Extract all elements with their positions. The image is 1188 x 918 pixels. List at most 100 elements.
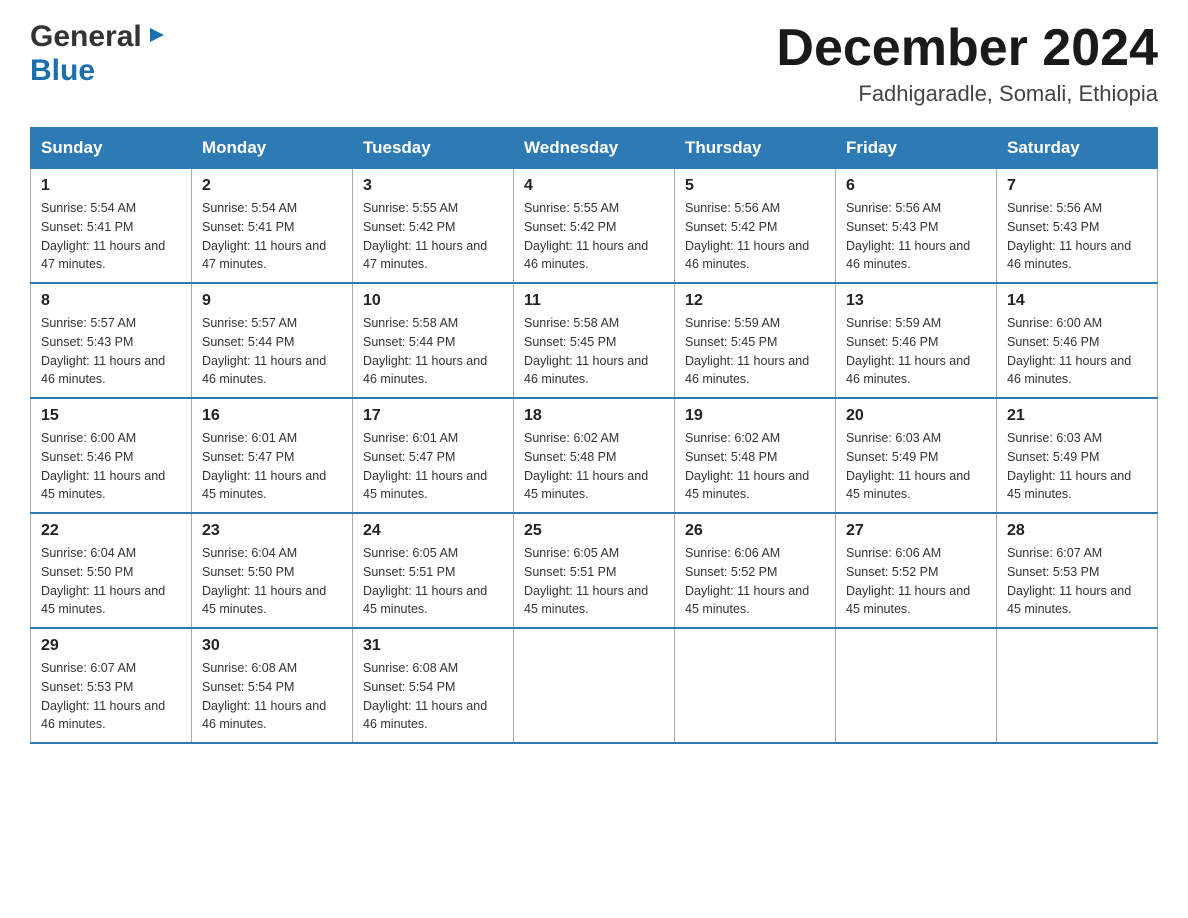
day-info: Sunrise: 5:59 AMSunset: 5:45 PMDaylight:… — [685, 316, 809, 386]
day-number: 19 — [685, 407, 825, 425]
col-monday: Monday — [192, 128, 353, 169]
day-number: 21 — [1007, 407, 1147, 425]
day-number: 5 — [685, 177, 825, 195]
col-saturday: Saturday — [997, 128, 1158, 169]
day-number: 13 — [846, 292, 986, 310]
day-info: Sunrise: 6:03 AMSunset: 5:49 PMDaylight:… — [1007, 431, 1131, 501]
table-row: 9 Sunrise: 5:57 AMSunset: 5:44 PMDayligh… — [192, 283, 353, 398]
day-info: Sunrise: 5:54 AMSunset: 5:41 PMDaylight:… — [41, 201, 165, 271]
day-number: 30 — [202, 637, 342, 655]
table-row: 14 Sunrise: 6:00 AMSunset: 5:46 PMDaylig… — [997, 283, 1158, 398]
day-info: Sunrise: 6:06 AMSunset: 5:52 PMDaylight:… — [846, 546, 970, 616]
table-row: 30 Sunrise: 6:08 AMSunset: 5:54 PMDaylig… — [192, 628, 353, 743]
day-info: Sunrise: 6:01 AMSunset: 5:47 PMDaylight:… — [363, 431, 487, 501]
table-row: 10 Sunrise: 5:58 AMSunset: 5:44 PMDaylig… — [353, 283, 514, 398]
table-row: 3 Sunrise: 5:55 AMSunset: 5:42 PMDayligh… — [353, 169, 514, 284]
logo-arrow-icon — [144, 24, 166, 51]
calendar-header-row: Sunday Monday Tuesday Wednesday Thursday… — [31, 128, 1158, 169]
day-number: 11 — [524, 292, 664, 310]
day-info: Sunrise: 6:07 AMSunset: 5:53 PMDaylight:… — [1007, 546, 1131, 616]
calendar-week-row: 8 Sunrise: 5:57 AMSunset: 5:43 PMDayligh… — [31, 283, 1158, 398]
day-number: 2 — [202, 177, 342, 195]
calendar-week-row: 22 Sunrise: 6:04 AMSunset: 5:50 PMDaylig… — [31, 513, 1158, 628]
col-thursday: Thursday — [675, 128, 836, 169]
table-row — [997, 628, 1158, 743]
day-number: 31 — [363, 637, 503, 655]
table-row: 6 Sunrise: 5:56 AMSunset: 5:43 PMDayligh… — [836, 169, 997, 284]
table-row: 20 Sunrise: 6:03 AMSunset: 5:49 PMDaylig… — [836, 398, 997, 513]
day-info: Sunrise: 5:58 AMSunset: 5:45 PMDaylight:… — [524, 316, 648, 386]
table-row: 5 Sunrise: 5:56 AMSunset: 5:42 PMDayligh… — [675, 169, 836, 284]
table-row: 8 Sunrise: 5:57 AMSunset: 5:43 PMDayligh… — [31, 283, 192, 398]
day-info: Sunrise: 5:58 AMSunset: 5:44 PMDaylight:… — [363, 316, 487, 386]
table-row: 16 Sunrise: 6:01 AMSunset: 5:47 PMDaylig… — [192, 398, 353, 513]
col-sunday: Sunday — [31, 128, 192, 169]
table-row: 21 Sunrise: 6:03 AMSunset: 5:49 PMDaylig… — [997, 398, 1158, 513]
day-info: Sunrise: 5:55 AMSunset: 5:42 PMDaylight:… — [363, 201, 487, 271]
day-info: Sunrise: 6:03 AMSunset: 5:49 PMDaylight:… — [846, 431, 970, 501]
table-row: 7 Sunrise: 5:56 AMSunset: 5:43 PMDayligh… — [997, 169, 1158, 284]
day-info: Sunrise: 5:57 AMSunset: 5:43 PMDaylight:… — [41, 316, 165, 386]
table-row: 27 Sunrise: 6:06 AMSunset: 5:52 PMDaylig… — [836, 513, 997, 628]
table-row: 25 Sunrise: 6:05 AMSunset: 5:51 PMDaylig… — [514, 513, 675, 628]
day-info: Sunrise: 6:07 AMSunset: 5:53 PMDaylight:… — [41, 661, 165, 731]
day-info: Sunrise: 5:55 AMSunset: 5:42 PMDaylight:… — [524, 201, 648, 271]
col-wednesday: Wednesday — [514, 128, 675, 169]
table-row: 29 Sunrise: 6:07 AMSunset: 5:53 PMDaylig… — [31, 628, 192, 743]
day-number: 15 — [41, 407, 181, 425]
day-number: 9 — [202, 292, 342, 310]
day-number: 16 — [202, 407, 342, 425]
table-row: 15 Sunrise: 6:00 AMSunset: 5:46 PMDaylig… — [31, 398, 192, 513]
col-tuesday: Tuesday — [353, 128, 514, 169]
day-number: 17 — [363, 407, 503, 425]
day-info: Sunrise: 5:59 AMSunset: 5:46 PMDaylight:… — [846, 316, 970, 386]
day-info: Sunrise: 6:06 AMSunset: 5:52 PMDaylight:… — [685, 546, 809, 616]
day-info: Sunrise: 5:56 AMSunset: 5:42 PMDaylight:… — [685, 201, 809, 271]
table-row: 22 Sunrise: 6:04 AMSunset: 5:50 PMDaylig… — [31, 513, 192, 628]
page-header: General Blue December 2024 Fadhigaradle,… — [30, 20, 1158, 107]
table-row: 31 Sunrise: 6:08 AMSunset: 5:54 PMDaylig… — [353, 628, 514, 743]
day-number: 27 — [846, 522, 986, 540]
day-number: 22 — [41, 522, 181, 540]
day-info: Sunrise: 6:02 AMSunset: 5:48 PMDaylight:… — [685, 431, 809, 501]
day-info: Sunrise: 6:01 AMSunset: 5:47 PMDaylight:… — [202, 431, 326, 501]
location-subtitle: Fadhigaradle, Somali, Ethiopia — [776, 81, 1158, 107]
day-number: 1 — [41, 177, 181, 195]
day-number: 8 — [41, 292, 181, 310]
table-row: 17 Sunrise: 6:01 AMSunset: 5:47 PMDaylig… — [353, 398, 514, 513]
day-info: Sunrise: 5:56 AMSunset: 5:43 PMDaylight:… — [846, 201, 970, 271]
table-row: 24 Sunrise: 6:05 AMSunset: 5:51 PMDaylig… — [353, 513, 514, 628]
day-info: Sunrise: 5:57 AMSunset: 5:44 PMDaylight:… — [202, 316, 326, 386]
table-row: 12 Sunrise: 5:59 AMSunset: 5:45 PMDaylig… — [675, 283, 836, 398]
calendar-week-row: 29 Sunrise: 6:07 AMSunset: 5:53 PMDaylig… — [31, 628, 1158, 743]
day-number: 14 — [1007, 292, 1147, 310]
day-number: 4 — [524, 177, 664, 195]
logo-general-text: General — [30, 20, 142, 54]
day-info: Sunrise: 6:05 AMSunset: 5:51 PMDaylight:… — [524, 546, 648, 616]
day-info: Sunrise: 6:00 AMSunset: 5:46 PMDaylight:… — [1007, 316, 1131, 386]
table-row: 2 Sunrise: 5:54 AMSunset: 5:41 PMDayligh… — [192, 169, 353, 284]
day-number: 23 — [202, 522, 342, 540]
day-info: Sunrise: 5:54 AMSunset: 5:41 PMDaylight:… — [202, 201, 326, 271]
table-row: 11 Sunrise: 5:58 AMSunset: 5:45 PMDaylig… — [514, 283, 675, 398]
day-info: Sunrise: 6:02 AMSunset: 5:48 PMDaylight:… — [524, 431, 648, 501]
day-number: 7 — [1007, 177, 1147, 195]
calendar-week-row: 15 Sunrise: 6:00 AMSunset: 5:46 PMDaylig… — [31, 398, 1158, 513]
day-info: Sunrise: 6:08 AMSunset: 5:54 PMDaylight:… — [202, 661, 326, 731]
day-number: 3 — [363, 177, 503, 195]
table-row — [675, 628, 836, 743]
title-block: December 2024 Fadhigaradle, Somali, Ethi… — [776, 20, 1158, 107]
day-info: Sunrise: 6:04 AMSunset: 5:50 PMDaylight:… — [41, 546, 165, 616]
day-info: Sunrise: 6:05 AMSunset: 5:51 PMDaylight:… — [363, 546, 487, 616]
table-row: 13 Sunrise: 5:59 AMSunset: 5:46 PMDaylig… — [836, 283, 997, 398]
table-row: 4 Sunrise: 5:55 AMSunset: 5:42 PMDayligh… — [514, 169, 675, 284]
day-number: 12 — [685, 292, 825, 310]
table-row: 28 Sunrise: 6:07 AMSunset: 5:53 PMDaylig… — [997, 513, 1158, 628]
day-number: 28 — [1007, 522, 1147, 540]
day-number: 20 — [846, 407, 986, 425]
day-number: 24 — [363, 522, 503, 540]
table-row: 19 Sunrise: 6:02 AMSunset: 5:48 PMDaylig… — [675, 398, 836, 513]
table-row — [514, 628, 675, 743]
table-row: 26 Sunrise: 6:06 AMSunset: 5:52 PMDaylig… — [675, 513, 836, 628]
day-number: 26 — [685, 522, 825, 540]
